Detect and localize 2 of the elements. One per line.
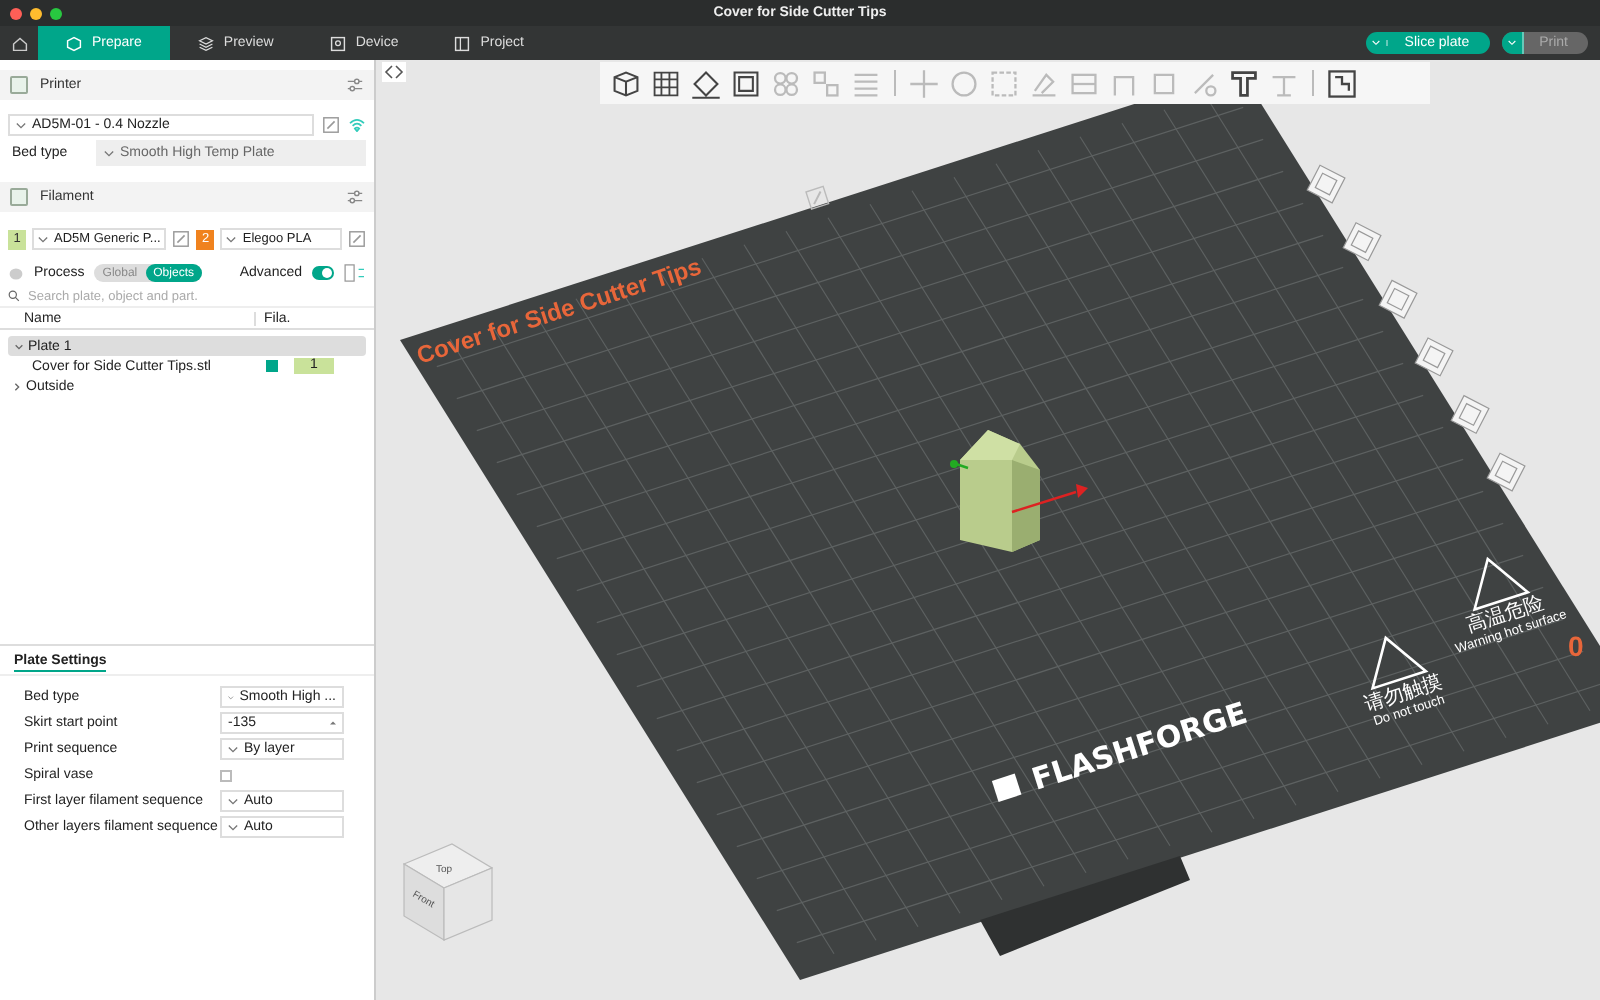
plate-number: 0 — [1568, 630, 1584, 662]
plate-label: Cover for Side Cutter Tips — [413, 252, 705, 370]
